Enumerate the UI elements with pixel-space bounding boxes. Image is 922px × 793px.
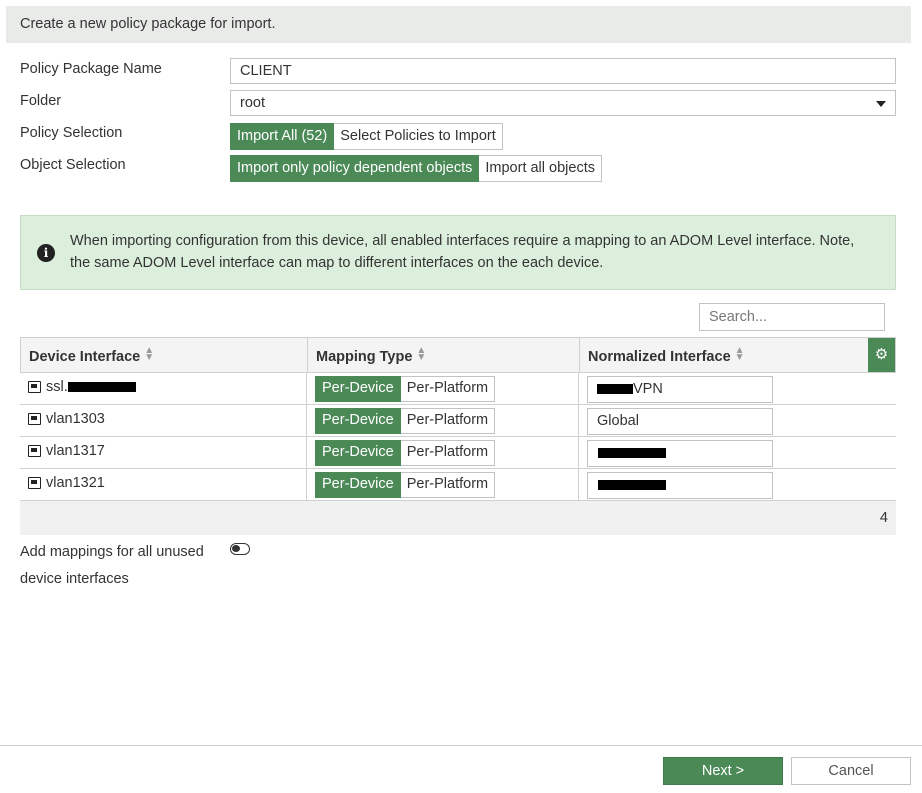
interface-icon: [28, 381, 41, 393]
column-normalized-interface[interactable]: Normalized Interface ▲ ▼: [588, 338, 745, 372]
normalized-interface-select[interactable]: Global: [587, 408, 773, 435]
import-dependent-objects-button[interactable]: Import only policy dependent objects: [230, 155, 480, 182]
redacted-mark: [67, 382, 136, 392]
per-device-button[interactable]: Per-Device: [315, 440, 401, 466]
normalized-interface-select[interactable]: [587, 440, 773, 467]
device-interface-cell: vlan1321: [28, 475, 105, 491]
sort-icon: ▲ ▼: [416, 345, 427, 363]
per-platform-button[interactable]: Per-Platform: [400, 440, 496, 466]
sort-icon: ▲ ▼: [734, 345, 745, 363]
import-all-button[interactable]: Import All (52): [230, 123, 335, 150]
interface-icon: [28, 413, 41, 425]
info-line-2: the same ADOM Level interface can map to…: [70, 255, 604, 271]
info-message: i When importing configuration from this…: [20, 215, 896, 290]
table-footer: 4: [20, 501, 896, 535]
redacted-mark: [598, 448, 666, 459]
dialog-header: Create a new policy package for import.: [6, 6, 911, 43]
redacted-mark: [598, 480, 666, 491]
import-all-objects-button[interactable]: Import all objects: [479, 155, 602, 182]
table-row: vlan1321 Per-Device Per-Platform: [20, 469, 896, 501]
folder-label: Folder: [20, 93, 62, 109]
mapping-type-toggle: Per-Device Per-Platform: [315, 440, 496, 466]
search-input[interactable]: [699, 303, 885, 331]
mapping-type-toggle: Per-Device Per-Platform: [315, 376, 496, 402]
info-icon: i: [37, 244, 55, 262]
info-text: When importing configuration from this d…: [70, 230, 885, 274]
mapping-type-toggle: Per-Device Per-Platform: [315, 408, 496, 434]
per-platform-button[interactable]: Per-Platform: [400, 376, 496, 402]
interface-icon: [28, 445, 41, 457]
device-interface-cell: vlan1303: [28, 411, 105, 427]
footer-divider: [0, 745, 922, 746]
table-row: vlan1303 Per-Device Per-Platform Global: [20, 405, 896, 437]
per-device-button[interactable]: Per-Device: [315, 376, 401, 402]
sort-icon: ▲ ▼: [144, 345, 155, 363]
cancel-button[interactable]: Cancel: [791, 757, 911, 785]
select-policies-button[interactable]: Select Policies to Import: [334, 123, 503, 150]
row-count: 4: [879, 510, 888, 526]
next-button[interactable]: Next >: [663, 757, 783, 785]
unused-mappings-toggle[interactable]: [230, 543, 250, 555]
policy-selection-toggle: Import All (52) Select Policies to Impor…: [230, 123, 503, 150]
per-device-button[interactable]: Per-Device: [315, 472, 401, 498]
per-platform-button[interactable]: Per-Platform: [400, 408, 496, 434]
device-interface-cell: ssl.: [28, 379, 136, 395]
unused-mappings-label: Add mappings for all unused device inter…: [20, 544, 204, 587]
normalized-interface-select[interactable]: [587, 472, 773, 499]
device-interface-cell: vlan1317: [28, 443, 105, 459]
column-mapping-type[interactable]: Mapping Type ▲ ▼: [316, 338, 426, 372]
object-selection-label: Object Selection: [20, 157, 126, 173]
chevron-down-icon: [876, 101, 886, 107]
package-name-value: CLIENT: [240, 63, 292, 79]
table-row: ssl. Per-Device Per-Platform VPN: [20, 373, 896, 405]
interface-icon: [28, 477, 41, 489]
package-name-input[interactable]: CLIENT: [230, 58, 896, 84]
folder-select[interactable]: root: [230, 90, 896, 116]
package-name-label: Policy Package Name: [20, 61, 162, 77]
object-selection-toggle: Import only policy dependent objects Imp…: [230, 155, 602, 182]
per-platform-button[interactable]: Per-Platform: [400, 472, 496, 498]
per-device-button[interactable]: Per-Device: [315, 408, 401, 434]
redacted-mark: [597, 384, 633, 395]
table-row: vlan1317 Per-Device Per-Platform: [20, 437, 896, 469]
mapping-type-toggle: Per-Device Per-Platform: [315, 472, 496, 498]
table-header: Device Interface ▲ ▼ Mapping Type ▲ ▼ Normal…: [20, 337, 896, 373]
info-line-1: When importing configuration from this d…: [70, 233, 855, 249]
folder-value: root: [240, 95, 265, 111]
normalized-interface-select[interactable]: VPN: [587, 376, 773, 403]
interface-mapping-table: Device Interface ▲ ▼ Mapping Type ▲ ▼ Normal…: [20, 337, 896, 535]
gear-icon[interactable]: ⚙: [868, 338, 895, 372]
column-device-interface[interactable]: Device Interface ▲ ▼: [29, 338, 154, 372]
dialog-title: Create a new policy package for import.: [20, 16, 276, 32]
policy-selection-label: Policy Selection: [20, 125, 123, 141]
